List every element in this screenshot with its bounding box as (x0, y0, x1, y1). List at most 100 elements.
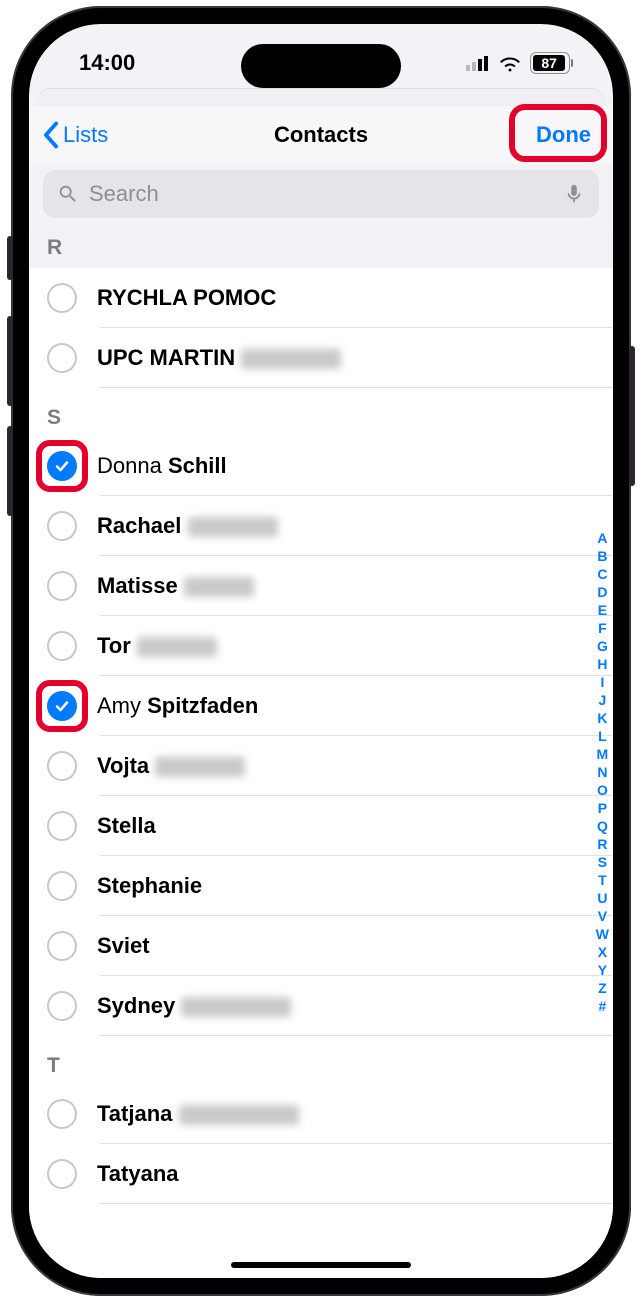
checkbox-empty-icon[interactable] (47, 571, 77, 601)
index-letter[interactable]: E (596, 602, 609, 619)
contact-row[interactable]: Tatyana (29, 1144, 613, 1204)
index-letter[interactable]: L (596, 728, 609, 745)
checkbox-empty-icon[interactable] (47, 871, 77, 901)
contact-row[interactable]: Tor (29, 616, 613, 676)
search-input[interactable] (89, 181, 553, 207)
contact-name: Sviet (97, 933, 150, 959)
contact-name: Sydney (97, 993, 291, 1019)
contact-row[interactable]: RYCHLA POMOC (29, 268, 613, 328)
redacted-text (241, 349, 341, 369)
status-indicators: 87 (466, 52, 573, 74)
index-letter[interactable]: Z (596, 980, 609, 997)
contact-name: Tor (97, 633, 217, 659)
section-header: S (29, 388, 613, 436)
index-letter[interactable]: C (596, 566, 609, 583)
contact-row[interactable]: Stella (29, 796, 613, 856)
phone-frame: 14:00 87 Lists (11, 6, 631, 1296)
index-letter[interactable]: Y (596, 962, 609, 979)
checkbox-empty-icon[interactable] (47, 811, 77, 841)
back-label: Lists (63, 122, 108, 148)
section-header: T (29, 1036, 613, 1084)
redacted-text (181, 997, 291, 1017)
index-letter[interactable]: I (596, 674, 609, 691)
index-letter[interactable]: P (596, 800, 609, 817)
contact-row[interactable]: Donna Schill (29, 436, 613, 496)
index-letter[interactable]: B (596, 548, 609, 565)
back-button[interactable]: Lists (43, 121, 108, 149)
alphabet-index[interactable]: ABCDEFGHIJKLMNOPQRSTUVWXYZ# (596, 530, 609, 1015)
checkbox-empty-icon[interactable] (47, 751, 77, 781)
index-letter[interactable]: M (596, 746, 609, 763)
index-letter[interactable]: K (596, 710, 609, 727)
nav-bar: Lists Contacts Done (29, 106, 613, 164)
index-letter[interactable]: S (596, 854, 609, 871)
checkbox-empty-icon[interactable] (47, 631, 77, 661)
volume-down-button (7, 426, 13, 516)
contacts-list[interactable]: RRYCHLA POMOCUPC MARTIN SDonna SchillRac… (29, 228, 613, 1278)
index-letter[interactable]: W (596, 926, 609, 943)
contact-name: Stephanie (97, 873, 202, 899)
index-letter[interactable]: R (596, 836, 609, 853)
contact-name: Stella (97, 813, 156, 839)
contact-name: Vojta (97, 753, 245, 779)
index-letter[interactable]: D (596, 584, 609, 601)
index-letter[interactable]: N (596, 764, 609, 781)
checkbox-empty-icon[interactable] (47, 931, 77, 961)
checkbox-empty-icon[interactable] (47, 283, 77, 313)
contact-name: UPC MARTIN (97, 345, 341, 371)
contact-row[interactable]: Stephanie (29, 856, 613, 916)
chevron-left-icon (43, 121, 59, 149)
cellular-icon (466, 55, 490, 71)
index-letter[interactable]: F (596, 620, 609, 637)
redacted-text (184, 577, 254, 597)
checkbox-empty-icon[interactable] (47, 343, 77, 373)
dynamic-island (241, 44, 401, 88)
battery-percentage: 87 (541, 55, 557, 71)
mic-icon[interactable] (563, 183, 585, 205)
home-indicator[interactable] (231, 1262, 411, 1268)
contact-row[interactable]: Matisse (29, 556, 613, 616)
done-button[interactable]: Done (528, 118, 599, 152)
index-letter[interactable]: O (596, 782, 609, 799)
index-letter[interactable]: Q (596, 818, 609, 835)
contact-row[interactable]: Sydney (29, 976, 613, 1036)
search-bar[interactable] (43, 170, 599, 218)
checkbox-checked-icon[interactable] (47, 691, 77, 721)
index-letter[interactable]: A (596, 530, 609, 547)
redacted-text (179, 1105, 299, 1125)
contact-name: Tatyana (97, 1161, 179, 1187)
index-letter[interactable]: X (596, 944, 609, 961)
section-header: R (29, 228, 613, 268)
contact-row[interactable]: UPC MARTIN (29, 328, 613, 388)
contact-row[interactable]: Sviet (29, 916, 613, 976)
contact-name: Matisse (97, 573, 254, 599)
contact-name: Amy Spitzfaden (97, 693, 258, 719)
contact-row[interactable]: Vojta (29, 736, 613, 796)
contact-name: Donna Schill (97, 453, 227, 479)
redacted-text (155, 757, 245, 777)
redacted-text (137, 637, 217, 657)
redacted-text (188, 517, 278, 537)
contact-row[interactable]: Rachael (29, 496, 613, 556)
checkbox-checked-icon[interactable] (47, 451, 77, 481)
contact-name: Tatjana (97, 1101, 299, 1127)
contact-row[interactable]: Tatjana (29, 1084, 613, 1144)
index-letter[interactable]: V (596, 908, 609, 925)
power-button (629, 346, 635, 486)
checkbox-empty-icon[interactable] (47, 511, 77, 541)
background-sheet (37, 88, 605, 106)
index-letter[interactable]: U (596, 890, 609, 907)
index-letter[interactable]: G (596, 638, 609, 655)
checkbox-empty-icon[interactable] (47, 1099, 77, 1129)
index-letter[interactable]: # (596, 998, 609, 1015)
contact-name: RYCHLA POMOC (97, 285, 276, 311)
index-letter[interactable]: H (596, 656, 609, 673)
checkbox-empty-icon[interactable] (47, 991, 77, 1021)
checkbox-empty-icon[interactable] (47, 1159, 77, 1189)
contact-row[interactable]: Amy Spitzfaden (29, 676, 613, 736)
index-letter[interactable]: J (596, 692, 609, 709)
search-icon (57, 183, 79, 205)
side-button (7, 236, 13, 280)
index-letter[interactable]: T (596, 872, 609, 889)
volume-up-button (7, 316, 13, 406)
